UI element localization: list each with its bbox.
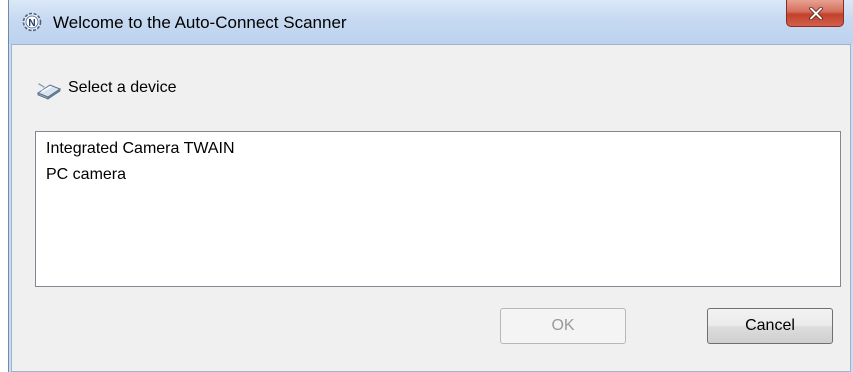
title-bar[interactable]: N Welcome to the Auto-Connect Scanner xyxy=(9,0,853,44)
list-item-integrated-camera[interactable]: Integrated Camera TWAIN xyxy=(46,140,235,158)
close-button[interactable] xyxy=(786,0,844,27)
dialog-window: N Welcome to the Auto-Connect Scanner Se… xyxy=(8,0,853,372)
cancel-button[interactable]: Cancel xyxy=(707,308,833,344)
window-title: Welcome to the Auto-Connect Scanner xyxy=(53,13,347,32)
app-icon: N xyxy=(22,12,42,32)
scanner-icon xyxy=(36,80,62,100)
ok-button[interactable]: OK xyxy=(500,308,626,344)
app-icon-letter: N xyxy=(28,18,35,29)
device-list[interactable]: Integrated Camera TWAIN PC camera xyxy=(35,131,841,287)
dialog-content: Select a device Integrated Camera TWAIN … xyxy=(11,44,851,372)
list-item-pc-camera[interactable]: PC camera xyxy=(46,166,126,184)
close-icon xyxy=(809,7,823,20)
prompt-label: Select a device xyxy=(68,79,177,96)
